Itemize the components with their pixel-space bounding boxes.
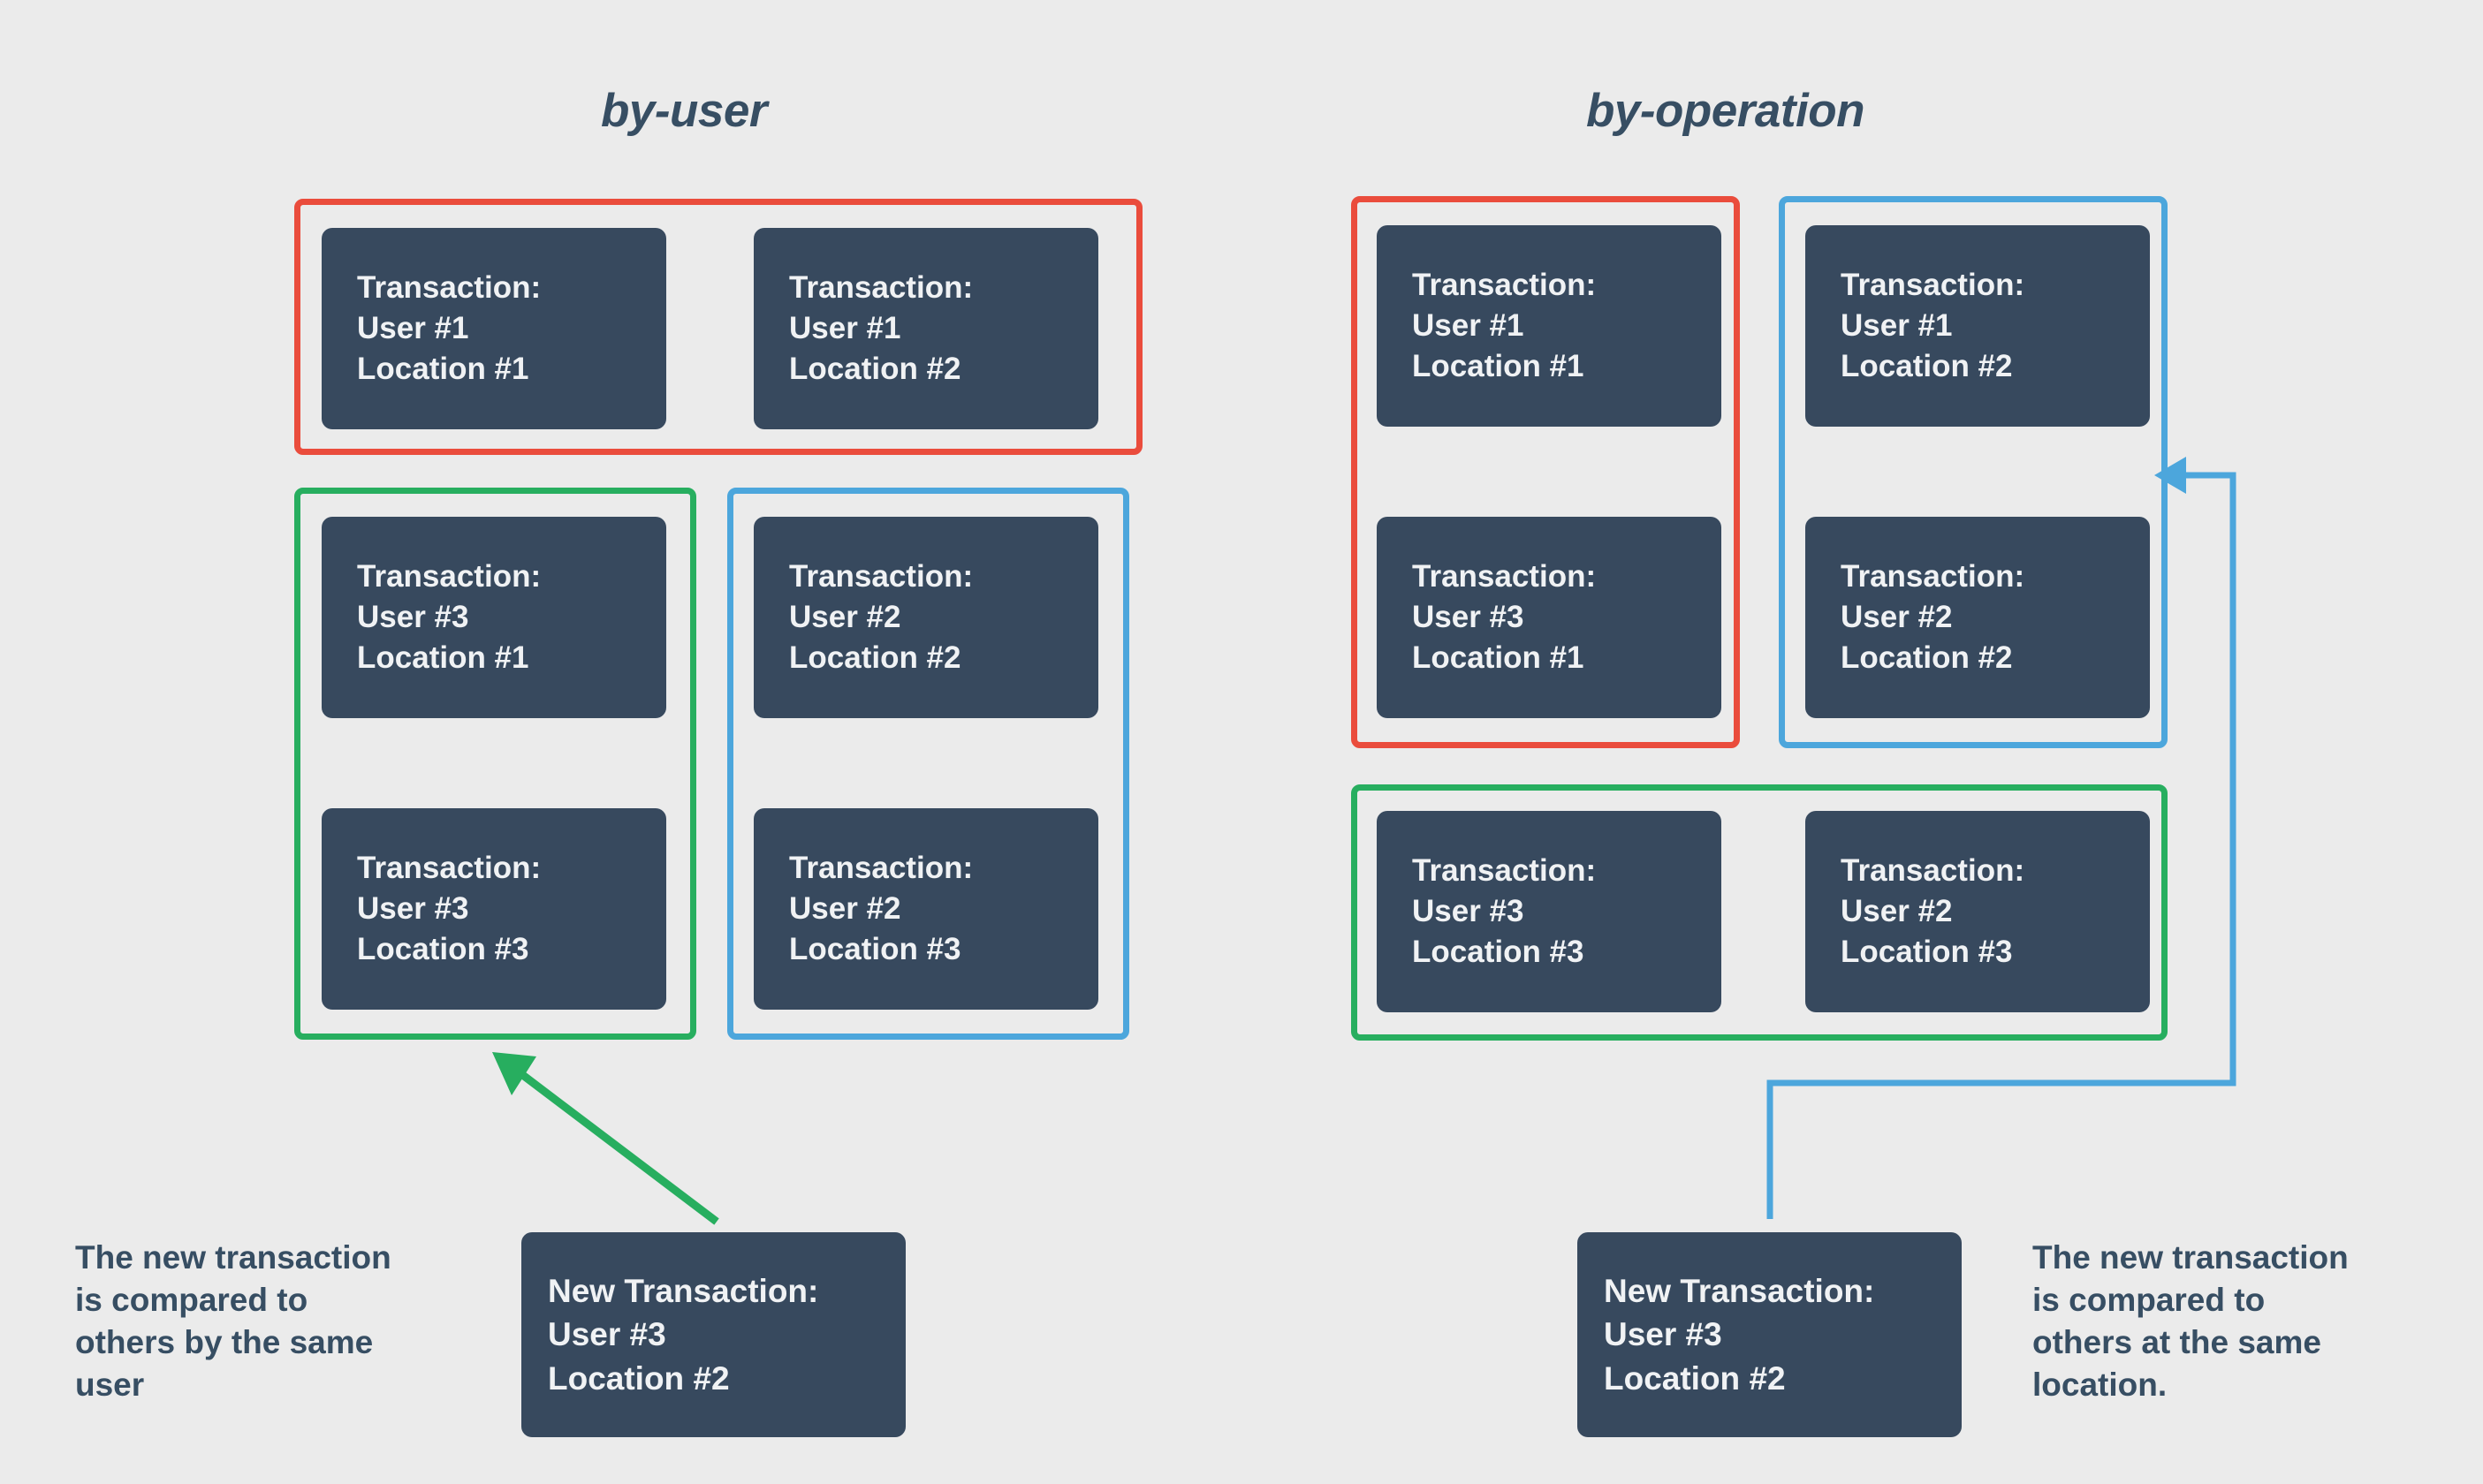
card-right-red-1: Transaction: User #1 Location #1: [1377, 225, 1721, 427]
card-line-user: User #1: [357, 311, 469, 346]
card-left-red-1: Transaction: User #1 Location #1: [322, 228, 666, 429]
caption-left-line-3: others by the same: [75, 1324, 374, 1361]
caption-right: The new transaction is compared to other…: [2032, 1237, 2456, 1406]
card-line-transaction: Transaction:: [1841, 853, 2025, 889]
card-line-location: Location #3: [357, 931, 529, 966]
caption-right-line-2: is compared to: [2032, 1282, 2266, 1319]
new-transaction-card-left: New Transaction: User #3 Location #2: [521, 1232, 906, 1437]
card-line-user: User #3: [357, 891, 469, 927]
card-line-user: User #1: [1841, 308, 1953, 344]
card-line-location: Location #3: [789, 931, 961, 966]
card-line-user: User #2: [1841, 894, 1953, 929]
card-line-transaction: Transaction:: [1412, 853, 1597, 889]
new-transaction-line-user: User #3: [548, 1316, 666, 1353]
new-transaction-line-title: New Transaction:: [548, 1273, 819, 1310]
card-line-location: Location #3: [1841, 934, 2013, 969]
card-line-location: Location #1: [1412, 640, 1584, 675]
card-line-location: Location #2: [789, 351, 961, 386]
new-transaction-line-title: New Transaction:: [1604, 1273, 1875, 1310]
card-right-blue-1: Transaction: User #1 Location #2: [1805, 225, 2150, 427]
card-line-location: Location #2: [1841, 348, 2013, 383]
card-right-green-2: Transaction: User #2 Location #3: [1805, 811, 2150, 1012]
card-line-user: User #3: [357, 600, 469, 635]
card-line-transaction: Transaction:: [357, 851, 542, 886]
caption-left: The new transaction is compared to other…: [75, 1237, 490, 1406]
card-line-transaction: Transaction:: [1841, 559, 2025, 594]
caption-right-line-1: The new transaction: [2032, 1239, 2349, 1276]
card-line-location: Location #1: [357, 351, 529, 386]
card-line-user: User #3: [1412, 600, 1524, 635]
card-line-transaction: Transaction:: [1412, 559, 1597, 594]
new-transaction-line-user: User #3: [1604, 1316, 1722, 1353]
card-line-location: Location #3: [1412, 934, 1584, 969]
caption-right-line-3: others at the same: [2032, 1324, 2321, 1361]
card-line-user: User #3: [1412, 894, 1524, 929]
card-line-user: User #1: [789, 311, 901, 346]
caption-left-line-2: is compared to: [75, 1282, 308, 1319]
card-line-location: Location #1: [1412, 348, 1584, 383]
new-transaction-line-location: Location #2: [1604, 1359, 1786, 1397]
card-line-location: Location #2: [789, 640, 961, 675]
card-left-green-2: Transaction: User #3 Location #3: [322, 808, 666, 1010]
card-left-red-2: Transaction: User #1 Location #2: [754, 228, 1098, 429]
card-left-blue-2: Transaction: User #2 Location #3: [754, 808, 1098, 1010]
new-transaction-line-location: Location #2: [548, 1359, 730, 1397]
card-line-transaction: Transaction:: [357, 270, 542, 306]
card-right-blue-2: Transaction: User #2 Location #2: [1805, 517, 2150, 718]
card-right-green-1: Transaction: User #3 Location #3: [1377, 811, 1721, 1012]
card-right-red-2: Transaction: User #3 Location #1: [1377, 517, 1721, 718]
card-line-transaction: Transaction:: [1841, 268, 2025, 303]
card-left-blue-1: Transaction: User #2 Location #2: [754, 517, 1098, 718]
panel-title-left: by-user: [601, 85, 767, 137]
card-line-transaction: Transaction:: [789, 559, 974, 594]
panel-title-right: by-operation: [1586, 85, 1864, 137]
card-line-transaction: Transaction:: [789, 270, 974, 306]
card-line-transaction: Transaction:: [357, 559, 542, 594]
card-left-green-1: Transaction: User #3 Location #1: [322, 517, 666, 718]
card-line-transaction: Transaction:: [1412, 268, 1597, 303]
new-transaction-card-right: New Transaction: User #3 Location #2: [1577, 1232, 1962, 1437]
card-line-user: User #2: [789, 891, 901, 927]
card-line-user: User #1: [1412, 308, 1524, 344]
card-line-user: User #2: [789, 600, 901, 635]
card-line-location: Location #1: [357, 640, 529, 675]
caption-left-line-1: The new transaction: [75, 1239, 391, 1276]
card-line-user: User #2: [1841, 600, 1953, 635]
connector-arrow-left-green: [492, 1052, 719, 1225]
diagram-canvas: by-user Transaction: User #1 Location #1…: [0, 0, 2483, 1484]
card-line-transaction: Transaction:: [789, 851, 974, 886]
caption-left-line-4: user: [75, 1367, 145, 1404]
card-line-location: Location #2: [1841, 640, 2013, 675]
caption-right-line-4: location.: [2032, 1367, 2168, 1404]
